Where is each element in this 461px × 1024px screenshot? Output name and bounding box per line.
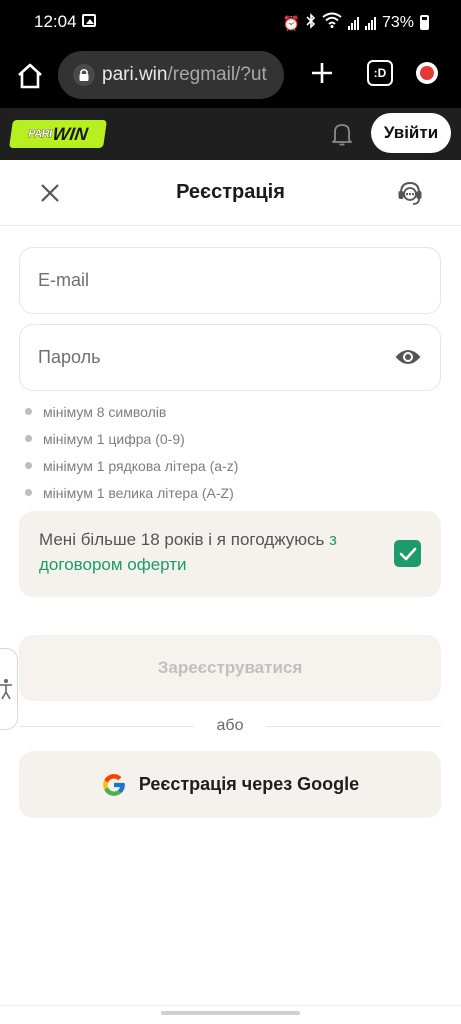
requirement-item: мінімум 8 символів <box>25 398 238 425</box>
eye-icon[interactable] <box>394 345 422 369</box>
age-agreement: Мені більше 18 років і я погоджуюсь з до… <box>19 511 441 597</box>
divider-line <box>266 726 441 727</box>
logo-win: WIN <box>51 123 90 144</box>
register-button[interactable]: Зареєструватися <box>19 635 441 701</box>
status-bar: 12:04 ⏰ 73% <box>0 0 461 46</box>
signal-icon <box>364 16 376 30</box>
support-icon[interactable] <box>396 178 424 208</box>
url-text[interactable]: pari.win/regmail/?ut <box>102 64 282 86</box>
password-input[interactable] <box>38 325 378 390</box>
battery-percent: 73% <box>381 13 414 31</box>
registration-header: Реєстрація <box>0 160 461 226</box>
agreement-checkbox[interactable] <box>394 540 421 567</box>
status-icons: ⏰ 73% <box>283 12 429 33</box>
pariwin-logo[interactable]: PARI WIN <box>9 120 107 148</box>
agreement-label: Мені більше 18 років і я погоджуюсь <box>39 530 330 549</box>
tab-switcher-label: :D <box>373 66 387 80</box>
requirement-text: мінімум 1 велика літера (A-Z) <box>43 484 234 501</box>
google-signup-label: Реєстрація через Google <box>138 774 360 794</box>
requirement-item: мінімум 1 цифра (0-9) <box>25 425 238 452</box>
accessibility-icon[interactable] <box>0 648 18 730</box>
battery-icon <box>420 15 429 30</box>
email-field[interactable] <box>19 247 441 314</box>
requirement-text: мінімум 8 символів <box>43 403 167 420</box>
site-header: PARI WIN Увійти <box>0 108 461 160</box>
gesture-bar[interactable] <box>161 1011 300 1015</box>
bluetooth-icon <box>306 12 316 33</box>
update-icon[interactable] <box>416 62 438 84</box>
bullet-icon <box>25 462 32 469</box>
bell-icon[interactable] <box>330 121 354 147</box>
site-info-icon[interactable] <box>72 63 96 87</box>
signal-icon <box>347 16 359 30</box>
wifi-icon <box>322 12 342 33</box>
email-input[interactable] <box>38 248 378 313</box>
or-divider: або <box>19 716 441 736</box>
home-icon[interactable] <box>14 60 46 92</box>
bullet-icon <box>25 489 32 496</box>
alarm-icon: ⏰ <box>282 14 300 31</box>
password-requirements: мінімум 8 символів мінімум 1 цифра (0-9)… <box>25 398 238 506</box>
bullet-icon <box>25 435 32 442</box>
google-icon <box>101 772 127 798</box>
requirement-text: мінімум 1 рядкова літера (a-z) <box>43 457 239 474</box>
bullet-icon <box>25 408 32 415</box>
agreement-text: Мені більше 18 років і я погоджуюсь з до… <box>39 527 389 577</box>
requirement-item: мінімум 1 велика літера (A-Z) <box>25 479 238 506</box>
tab-switcher-button[interactable]: :D <box>367 60 393 86</box>
bottom-divider <box>0 1005 461 1006</box>
requirement-text: мінімум 1 цифра (0-9) <box>43 430 185 447</box>
url-domain: pari.win <box>102 64 168 85</box>
requirement-item: мінімум 1 рядкова літера (a-z) <box>25 452 238 479</box>
browser-toolbar: pari.win/regmail/?ut :D <box>0 46 461 108</box>
google-signup-button[interactable]: Реєстрація через Google <box>19 751 441 818</box>
new-tab-icon[interactable] <box>308 59 336 87</box>
gallery-icon <box>82 14 96 27</box>
page-title: Реєстрація <box>176 181 285 203</box>
address-bar[interactable]: pari.win/regmail/?ut <box>58 51 284 99</box>
password-field[interactable] <box>19 324 441 391</box>
logo-pari: PARI <box>27 128 53 141</box>
url-path: /regmail/?ut <box>167 64 267 85</box>
status-time: 12:04 <box>34 12 77 31</box>
login-button[interactable]: Увійти <box>371 113 451 153</box>
